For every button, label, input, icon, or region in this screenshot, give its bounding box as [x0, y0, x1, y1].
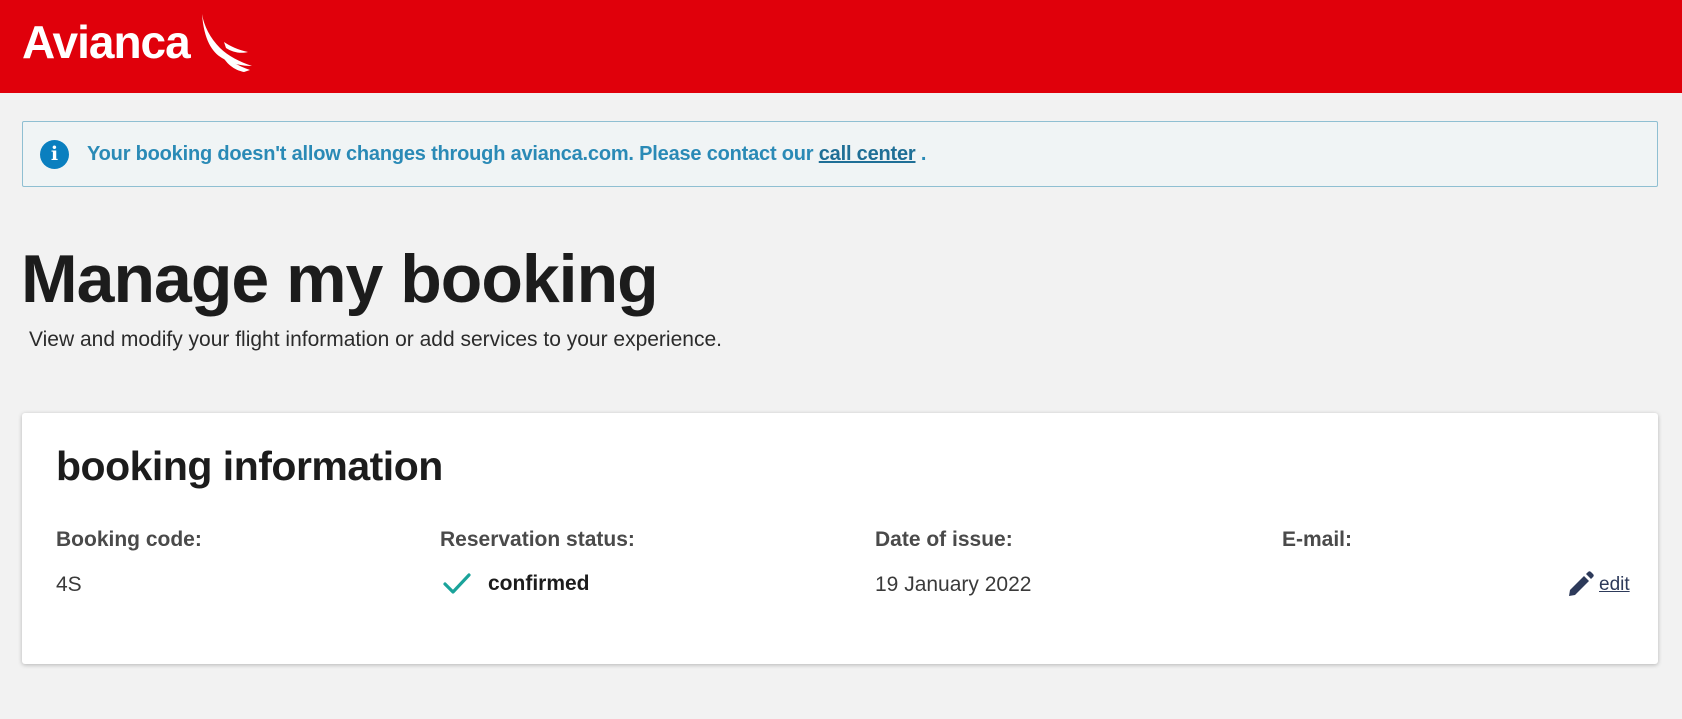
booking-information-card: booking information Booking code: 4S Res… [22, 413, 1658, 664]
notice-text-after: . [915, 142, 927, 165]
date-of-issue-label: Date of issue: [875, 528, 1013, 551]
check-icon [443, 573, 471, 594]
booking-code-column: Booking code: 4S [56, 528, 202, 596]
card-title: booking information [56, 443, 443, 489]
page-subtitle: View and modify your flight information … [29, 328, 722, 351]
call-center-link[interactable]: call center [819, 143, 916, 165]
email-label: E-mail: [1282, 528, 1353, 551]
date-of-issue-value: 19 January 2022 [875, 573, 1032, 596]
edit-email-button[interactable]: edit [1566, 571, 1630, 599]
avianca-logo[interactable]: Avianca [22, 12, 254, 72]
email-column: E-mail: [1282, 528, 1352, 552]
logo-wordmark: Avianca [22, 16, 191, 68]
pencil-icon [1569, 571, 1594, 596]
reservation-status-column: Reservation status: confirmed [440, 528, 635, 595]
booking-code-value: 4S [56, 573, 82, 596]
page-title: Manage my booking [21, 241, 659, 317]
notice-text-before: Your booking doesn't allow changes throu… [87, 142, 819, 165]
reservation-status: confirmed [442, 570, 590, 598]
booking-notice-banner: i Your booking doesn't allow changes thr… [22, 121, 1658, 187]
top-header: Avianca [0, 0, 1682, 93]
reservation-status-label: Reservation status: [440, 528, 635, 551]
edit-label: edit [1599, 574, 1630, 595]
reservation-status-value: confirmed [488, 572, 590, 595]
bird-logo-icon [201, 14, 252, 72]
booking-code-label: Booking code: [56, 528, 202, 551]
date-of-issue-column: Date of issue: 19 January 2022 [875, 528, 1031, 596]
notice-message: Your booking doesn't allow changes throu… [87, 143, 926, 166]
info-icon: i [40, 139, 69, 169]
